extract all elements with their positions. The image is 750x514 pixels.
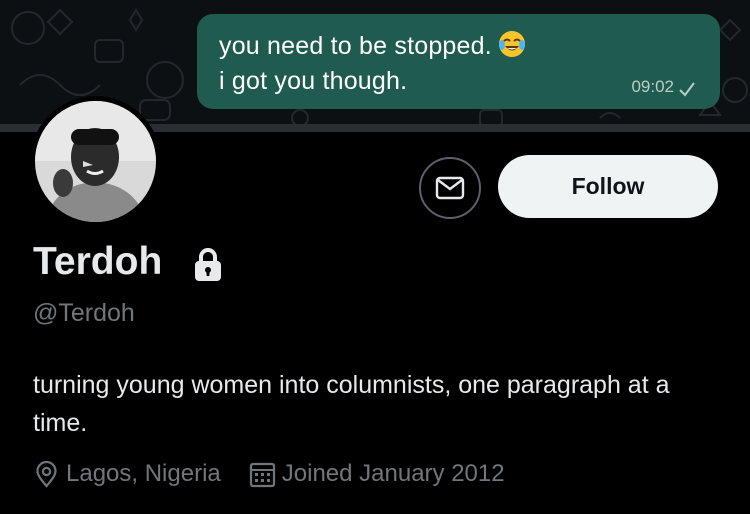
profile-bio: turning young women into columnists, one… — [33, 371, 670, 437]
face-with-tears-of-joy-icon — [498, 31, 525, 57]
location-pin-icon — [36, 460, 57, 488]
avatar-photo — [35, 101, 156, 222]
calendar-icon — [249, 462, 275, 487]
message-bubble[interactable]: you need to be stopped. i got you though… — [197, 14, 720, 109]
mail-icon — [435, 176, 465, 200]
lock-icon — [195, 248, 221, 281]
message-button[interactable] — [419, 157, 481, 219]
checkmark-icon — [679, 82, 695, 97]
display-name: Terdoh — [33, 240, 163, 283]
location-text: Lagos, Nigeria — [66, 460, 221, 487]
avatar[interactable] — [30, 96, 161, 227]
profile-meta: Lagos, Nigeria Joined January 2012 — [33, 458, 505, 490]
message-line-1: you need to be stopped. — [219, 30, 526, 61]
follow-button[interactable]: Follow — [498, 155, 718, 218]
user-handle: @Terdoh — [33, 299, 135, 327]
message-line-2: i got you though. — [219, 67, 408, 95]
profile-screenshot: you need to be stopped. i got you though… — [0, 0, 750, 514]
joined-date: Joined January 2012 — [281, 460, 505, 487]
message-time: 09:02 — [631, 77, 674, 96]
